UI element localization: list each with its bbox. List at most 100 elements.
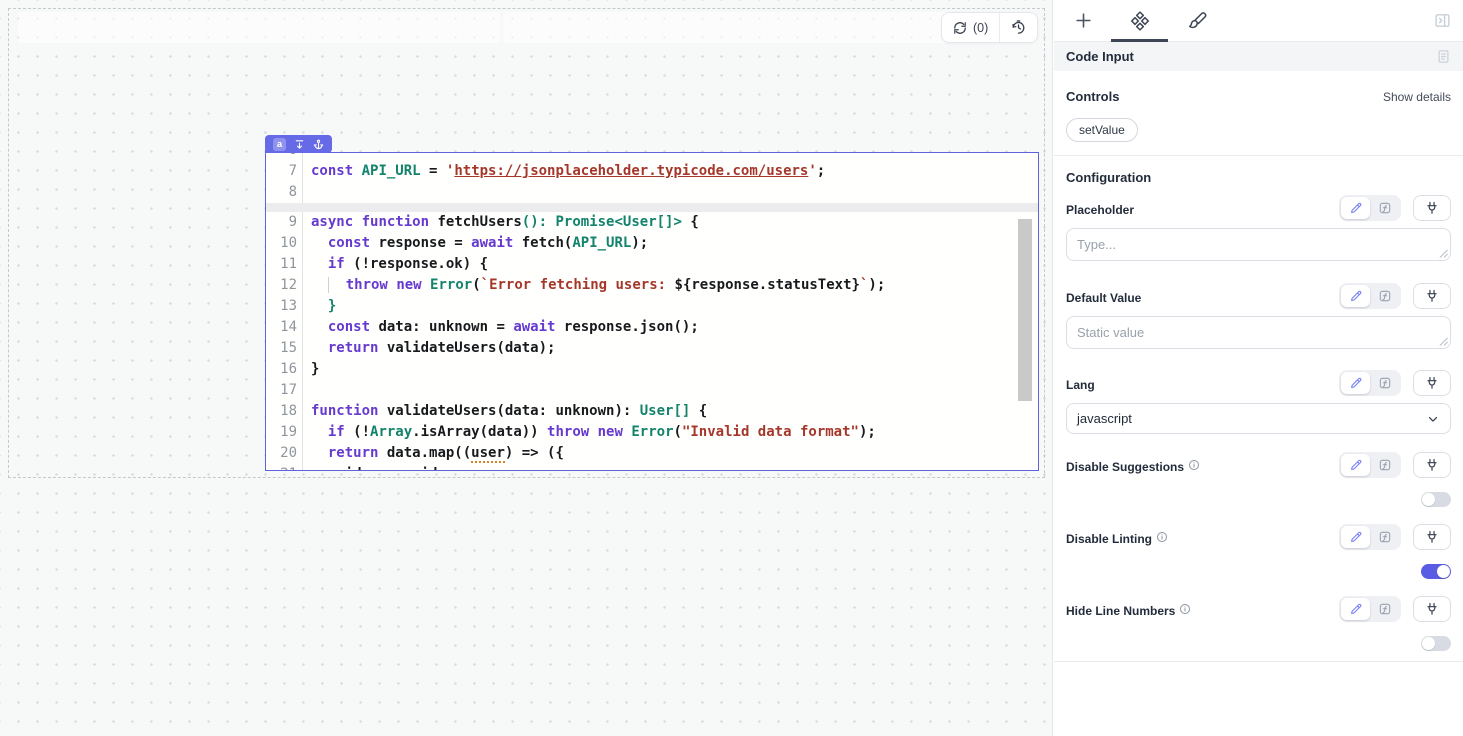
code-input-widget[interactable]: a 67const API_URL = 'https://jsonplaceho… [265,152,1039,471]
pencil-icon [1349,530,1363,544]
collapse-panel-button[interactable] [1434,12,1451,34]
property-label-placeholder: Placeholder [1066,203,1134,221]
code-line[interactable]: 12 throw new Error(`Error fetching users… [266,275,1038,296]
code-line[interactable]: 13 } [266,296,1038,317]
property-row-disable-linting: Disable Linting [1066,524,1451,579]
static-mode-button[interactable] [1341,285,1370,307]
code-line[interactable]: 15 return validateUsers(data); [266,338,1038,359]
pencil-icon [1349,458,1363,472]
info-icon[interactable] [1188,459,1200,471]
connect-data-button-hide-line-numbers[interactable] [1413,596,1451,622]
tab-style[interactable] [1188,11,1208,36]
plus-icon [1074,11,1093,30]
code-line[interactable]: 20 return data.map((user) => ({ [266,443,1038,464]
default-value-input[interactable] [1066,316,1451,349]
layout-zone-left[interactable] [18,12,500,43]
connect-data-button-disable-suggestions[interactable] [1413,452,1451,478]
static-mode-button[interactable] [1341,454,1370,476]
property-label-lang: Lang [1066,378,1095,396]
plug-icon [1425,376,1439,390]
static-mode-button[interactable] [1341,526,1370,548]
connect-data-button-disable-linting[interactable] [1413,524,1451,550]
code-line[interactable]: 8 [266,182,1038,203]
editor-scrollbar[interactable] [1018,219,1032,401]
insert-down-icon[interactable] [294,139,305,150]
document-icon[interactable] [1436,49,1451,64]
control-pill-setValue[interactable]: setValue [1066,118,1138,142]
code-line[interactable]: 17 [266,380,1038,401]
code-line[interactable]: 19 if (!Array.isArray(data)) throw new E… [266,422,1038,443]
formula-mode-button[interactable] [1370,197,1399,219]
formula-mode-button[interactable] [1370,285,1399,307]
code-line[interactable]: 14 const data: unknown = await response.… [266,317,1038,338]
code-line[interactable]: 18function validateUsers(data: unknown):… [266,401,1038,422]
property-row-lang: Lang javascript [1066,370,1451,434]
connect-data-button-placeholder[interactable] [1413,195,1451,221]
placeholder-input[interactable] [1066,228,1451,261]
line-number: 13 [266,296,303,317]
line-number: 7 [266,161,303,182]
info-icon[interactable] [1156,531,1168,543]
disable-linting-toggle[interactable] [1421,564,1451,579]
function-icon [1378,376,1392,390]
info-icon[interactable] [1179,603,1191,615]
line-number: 20 [266,443,303,464]
lang-select[interactable]: javascript [1066,403,1451,434]
code-line[interactable]: 11 if (!response.ok) { [266,254,1038,275]
control-pill-list: setValue [1066,104,1451,142]
formula-mode-button[interactable] [1370,598,1399,620]
static-mode-button[interactable] [1341,598,1370,620]
connect-data-button-default-value[interactable] [1413,283,1451,309]
binding-mode-switch-lang [1339,370,1401,396]
code-line[interactable]: 6 [266,153,1038,161]
binding-mode-switch-hide-line-numbers [1339,596,1401,622]
function-icon [1378,530,1392,544]
line-number: 9 [266,212,303,233]
design-canvas[interactable]: (0) a 67const API_URL = 'https://jsonpla… [0,0,1053,736]
function-icon [1378,602,1392,616]
refresh-icon [953,21,967,35]
hide-line-numbers-toggle[interactable] [1421,636,1451,651]
history-button[interactable] [1000,13,1037,42]
code-line[interactable]: 21 id: user.id, [266,464,1038,470]
line-number: 10 [266,233,303,254]
connect-data-button-lang[interactable] [1413,370,1451,396]
tab-settings[interactable] [1130,11,1150,36]
line-number: 16 [266,359,303,380]
code-editor[interactable]: 67const API_URL = 'https://jsonplacehold… [266,153,1038,470]
plug-icon [1425,458,1439,472]
widget-tag[interactable]: a [265,135,332,153]
property-row-disable-suggestions: Disable Suggestions [1066,452,1451,507]
canvas-action-bar: (0) [941,12,1038,43]
code-line[interactable]: 9async function fetchUsers(): Promise<Us… [266,212,1038,233]
anchor-icon[interactable] [313,139,324,150]
disable-suggestions-toggle[interactable] [1421,492,1451,507]
toggle-knob [1422,637,1435,650]
line-number: 11 [266,254,303,275]
editor-top-shadow [266,203,1038,212]
code-line[interactable]: 7const API_URL = 'https://jsonplaceholde… [266,161,1038,182]
show-details-link[interactable]: Show details [1383,90,1451,104]
panel-tabbar [1054,0,1463,42]
code-line[interactable]: 16} [266,359,1038,380]
code-text [303,380,311,401]
active-tab-indicator [1111,39,1168,42]
property-row-placeholder: Placeholder [1066,195,1451,266]
code-text: throw new Error(`Error fetching users: $… [303,275,885,296]
paintbrush-icon [1188,11,1208,31]
property-label-disable-linting: Disable Linting [1066,531,1168,550]
code-text: if (!response.ok) { [303,254,488,275]
code-text: const response = await fetch(API_URL); [303,233,648,254]
formula-mode-button[interactable] [1370,526,1399,548]
code-line[interactable]: 10 const response = await fetch(API_URL)… [266,233,1038,254]
formula-mode-button[interactable] [1370,454,1399,476]
tab-add[interactable] [1074,11,1093,35]
static-mode-button[interactable] [1341,372,1370,394]
line-number: 12 [266,275,303,296]
plug-icon [1425,530,1439,544]
code-lines: 67const API_URL = 'https://jsonplacehold… [266,153,1038,470]
formula-mode-button[interactable] [1370,372,1399,394]
static-mode-button[interactable] [1341,197,1370,219]
refresh-count: (0) [973,21,988,35]
refresh-button[interactable]: (0) [942,13,999,42]
